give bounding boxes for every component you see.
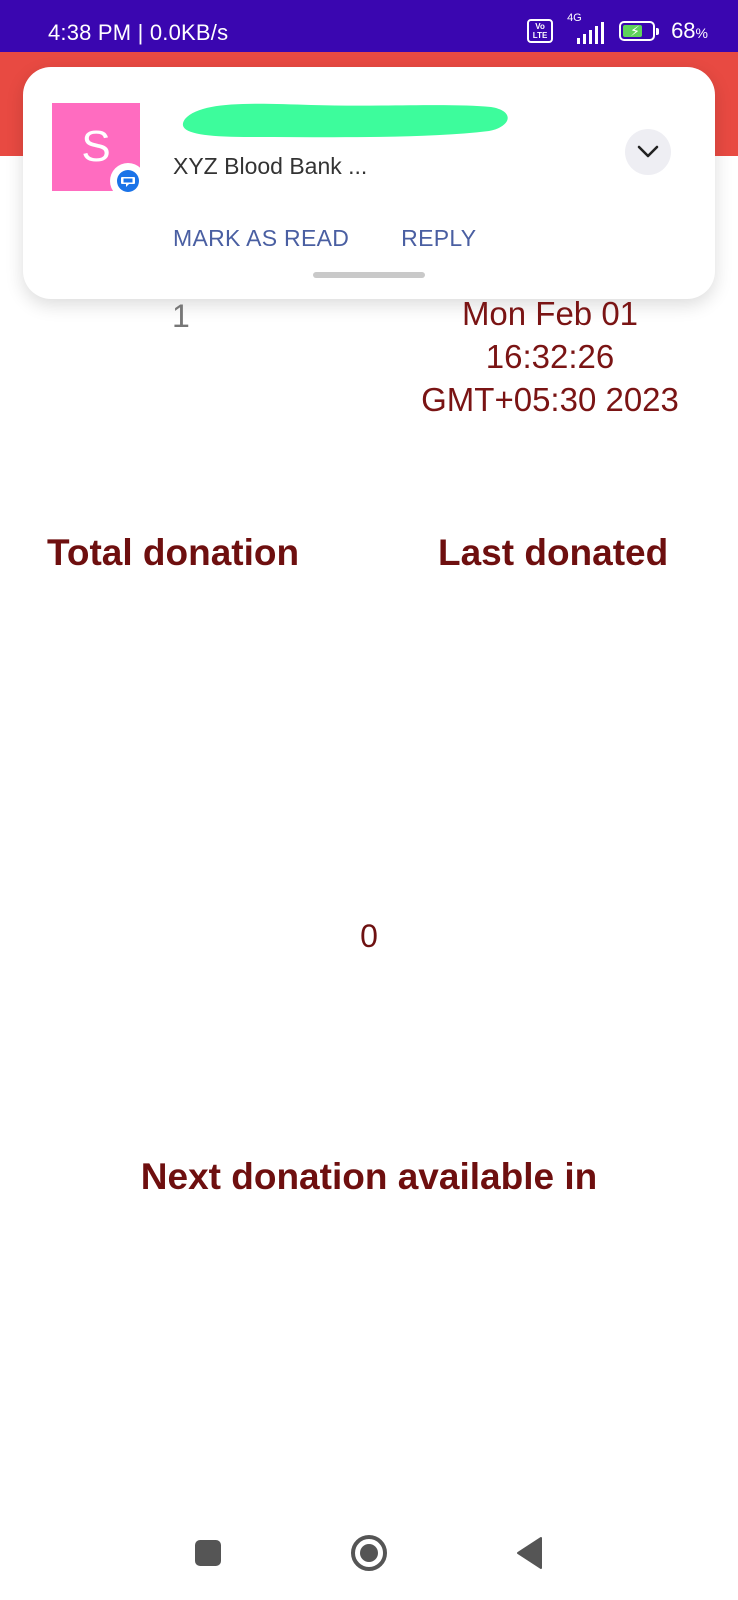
square-icon xyxy=(195,1540,221,1566)
total-donation-label: Total donation xyxy=(47,532,300,573)
last-donated-label: Last donated xyxy=(438,532,669,573)
status-time: 4:38 PM | 0.0KB/s xyxy=(48,20,229,45)
status-bar: 4:38 PM | 0.0KB/s Vo LTE 4G ⚡ 68% xyxy=(0,0,738,52)
navigation-bar xyxy=(0,1500,738,1600)
back-button[interactable] xyxy=(505,1528,555,1578)
redacted-sender-name xyxy=(182,103,508,138)
notification-actions: MARK AS READ REPLY xyxy=(173,225,476,252)
signal-bars-icon xyxy=(577,22,605,44)
circle-icon xyxy=(351,1535,387,1571)
battery-icon: ⚡ xyxy=(619,21,660,41)
notification-preview: XYZ Blood Bank ... xyxy=(173,153,368,179)
charging-bolt-icon: ⚡ xyxy=(630,23,640,39)
last-donated-value: Mon Feb 01 16:32:26 GMT+05:30 2023 xyxy=(421,295,679,418)
notification-card[interactable]: S XYZ Blood Bank ... MARK AS READ REPLY xyxy=(23,67,715,299)
next-donation-label: Next donation available in xyxy=(140,1156,598,1197)
battery-percent: 68% xyxy=(671,18,708,43)
volte-icon: Vo LTE xyxy=(527,19,554,43)
recents-button[interactable] xyxy=(183,1528,233,1578)
notification-drag-handle[interactable] xyxy=(313,272,425,278)
status-icons: Vo LTE 4G ⚡ 68% xyxy=(527,12,708,44)
mark-as-read-button[interactable]: MARK AS READ xyxy=(173,225,349,252)
chevron-down-icon xyxy=(637,145,659,158)
total-donation-value: 1 xyxy=(172,298,190,334)
back-triangle-icon xyxy=(517,1537,542,1569)
expand-button[interactable] xyxy=(625,129,671,175)
reply-button[interactable]: REPLY xyxy=(401,225,476,252)
signal-4g-icon: 4G xyxy=(563,12,609,44)
messages-icon xyxy=(110,163,146,199)
next-donation-value: 0 xyxy=(360,918,378,954)
home-button[interactable] xyxy=(344,1528,394,1578)
